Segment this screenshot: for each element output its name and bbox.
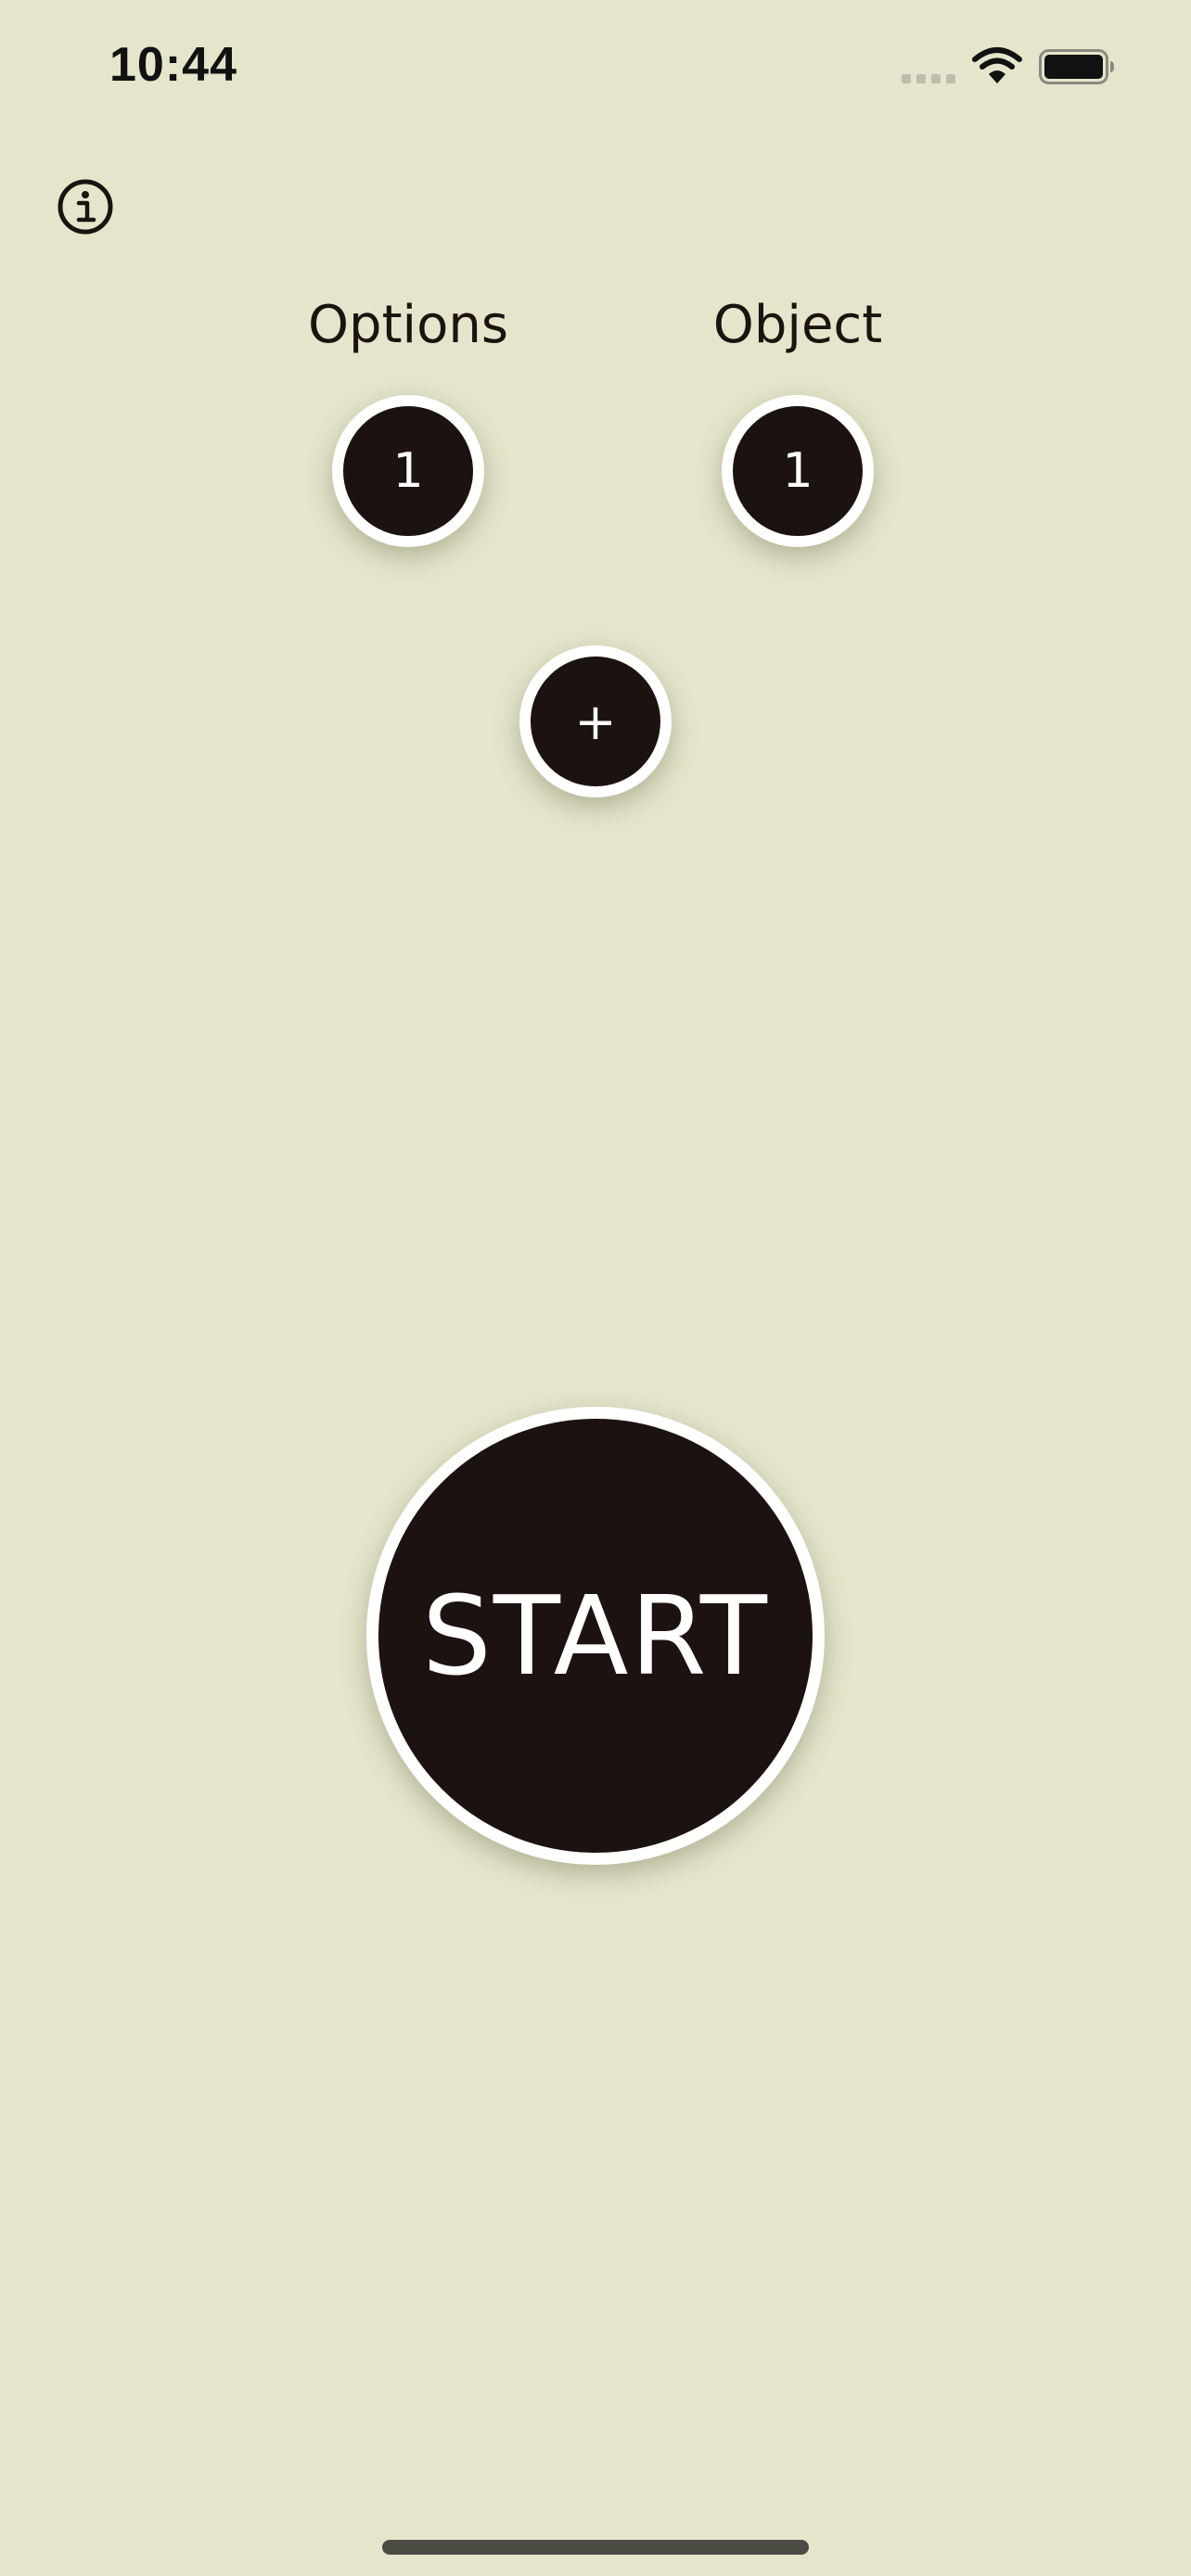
status-bar: 10:44 <box>0 0 1191 139</box>
start-button[interactable]: START <box>366 1407 825 1865</box>
add-button[interactable]: + <box>519 645 672 797</box>
battery-icon <box>1039 49 1114 84</box>
object-label: Object <box>712 295 883 355</box>
status-time: 10:44 <box>109 38 237 92</box>
start-button-label: START <box>421 1572 770 1700</box>
home-indicator[interactable] <box>382 2540 809 2555</box>
info-icon[interactable] <box>58 179 113 235</box>
cellular-signal-icon <box>902 74 957 83</box>
options-label: Options <box>307 295 509 355</box>
object-count-value: 1 <box>782 443 813 499</box>
object-count-button[interactable]: 1 <box>722 395 874 547</box>
plus-icon: + <box>574 692 617 751</box>
wifi-icon <box>972 47 1022 83</box>
options-count-button[interactable]: 1 <box>332 395 484 547</box>
options-count-value: 1 <box>392 443 424 499</box>
